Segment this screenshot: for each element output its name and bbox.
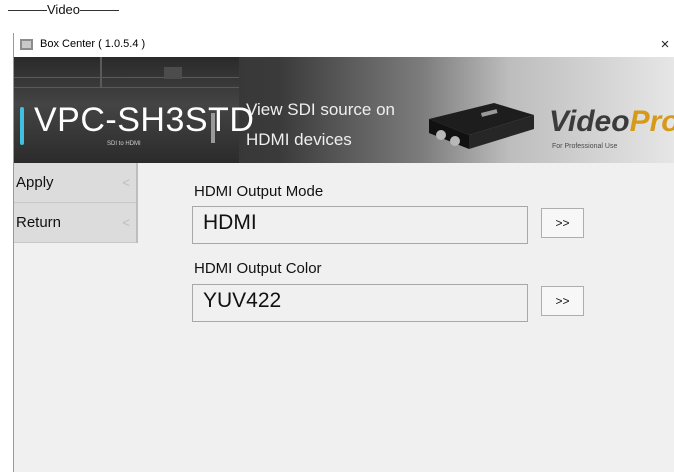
accent-bar	[20, 107, 24, 145]
tagline-line-1: View SDI source on	[246, 100, 395, 119]
brand-logo: VideoPro	[549, 105, 674, 138]
hdmi-output-color-value: YUV422	[203, 289, 282, 312]
close-button[interactable]: ×	[652, 35, 674, 55]
sidebar-item-label: Return	[16, 214, 62, 231]
sidebar-divider	[136, 163, 138, 243]
product-banner: VPC-SH3STD SDI to HDMI View SDI source o…	[14, 57, 674, 163]
top-caption: ———Video———	[8, 2, 120, 17]
hdmi-output-mode-field[interactable]: HDMI	[192, 206, 528, 244]
tagline-line-2: HDMI devices	[246, 130, 352, 149]
app-window: Box Center ( 1.0.5.4 ) × VPC-SH3STD SDI …	[13, 33, 674, 472]
hdmi-output-mode-label: HDMI Output Mode	[194, 183, 324, 200]
model-subtitle: SDI to HDMI	[107, 141, 141, 147]
sidebar-item-apply[interactable]: Apply <	[14, 163, 138, 203]
chevron-left-icon: <	[122, 215, 130, 230]
hdmi-output-color-label: HDMI Output Color	[194, 260, 322, 277]
title-bar[interactable]: Box Center ( 1.0.5.4 ) ×	[14, 33, 674, 57]
hdmi-output-color-button[interactable]: >>	[541, 286, 584, 316]
app-icon	[20, 39, 33, 50]
device-image	[429, 103, 534, 149]
model-name: VPC-SH3STD	[34, 101, 255, 139]
hdmi-output-mode-value: HDMI	[203, 211, 257, 234]
sidebar-item-return[interactable]: Return <	[14, 203, 138, 243]
hdmi-output-color-field[interactable]: YUV422	[192, 284, 528, 322]
window-title: Box Center ( 1.0.5.4 )	[40, 38, 146, 50]
chevron-left-icon: <	[122, 175, 130, 190]
hdmi-output-mode-button[interactable]: >>	[541, 208, 584, 238]
sidebar-item-label: Apply	[16, 174, 54, 191]
brand-logo-subtitle: For Professional Use	[552, 143, 618, 150]
